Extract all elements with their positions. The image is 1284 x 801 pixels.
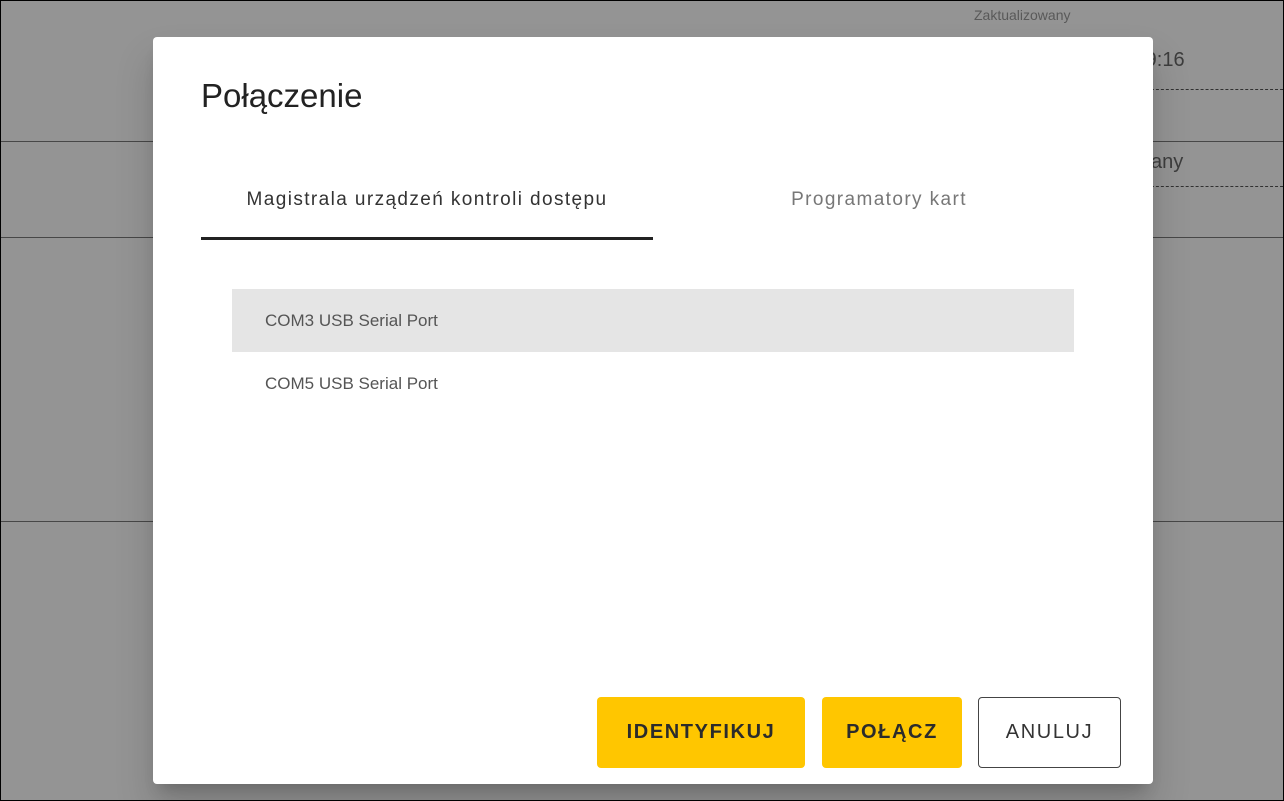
list-item-com3[interactable]: COM3 USB Serial Port [232,289,1074,352]
cancel-button[interactable]: ANULUJ [978,697,1121,768]
tab-access-control-bus[interactable]: Magistrala urządzeń kontroli dostępu [201,157,653,241]
connect-button[interactable]: POŁĄCZ [822,697,962,768]
port-label: COM3 USB Serial Port [265,310,438,330]
tab-label: Programatory kart [791,188,967,210]
list-item-com5[interactable]: COM5 USB Serial Port [232,352,1074,415]
port-label: COM5 USB Serial Port [265,373,438,393]
port-list: COM3 USB Serial Port COM5 USB Serial Por… [232,289,1074,415]
tab-label: Magistrala urządzeń kontroli dostępu [246,188,608,210]
tab-card-programmers[interactable]: Programatory kart [653,157,1105,241]
connection-dialog: Połączenie Magistrala urządzeń kontroli … [153,37,1153,784]
identify-button[interactable]: IDENTYFIKUJ [597,697,805,768]
active-tab-indicator [201,237,653,240]
dialog-title: Połączenie [201,77,363,114]
